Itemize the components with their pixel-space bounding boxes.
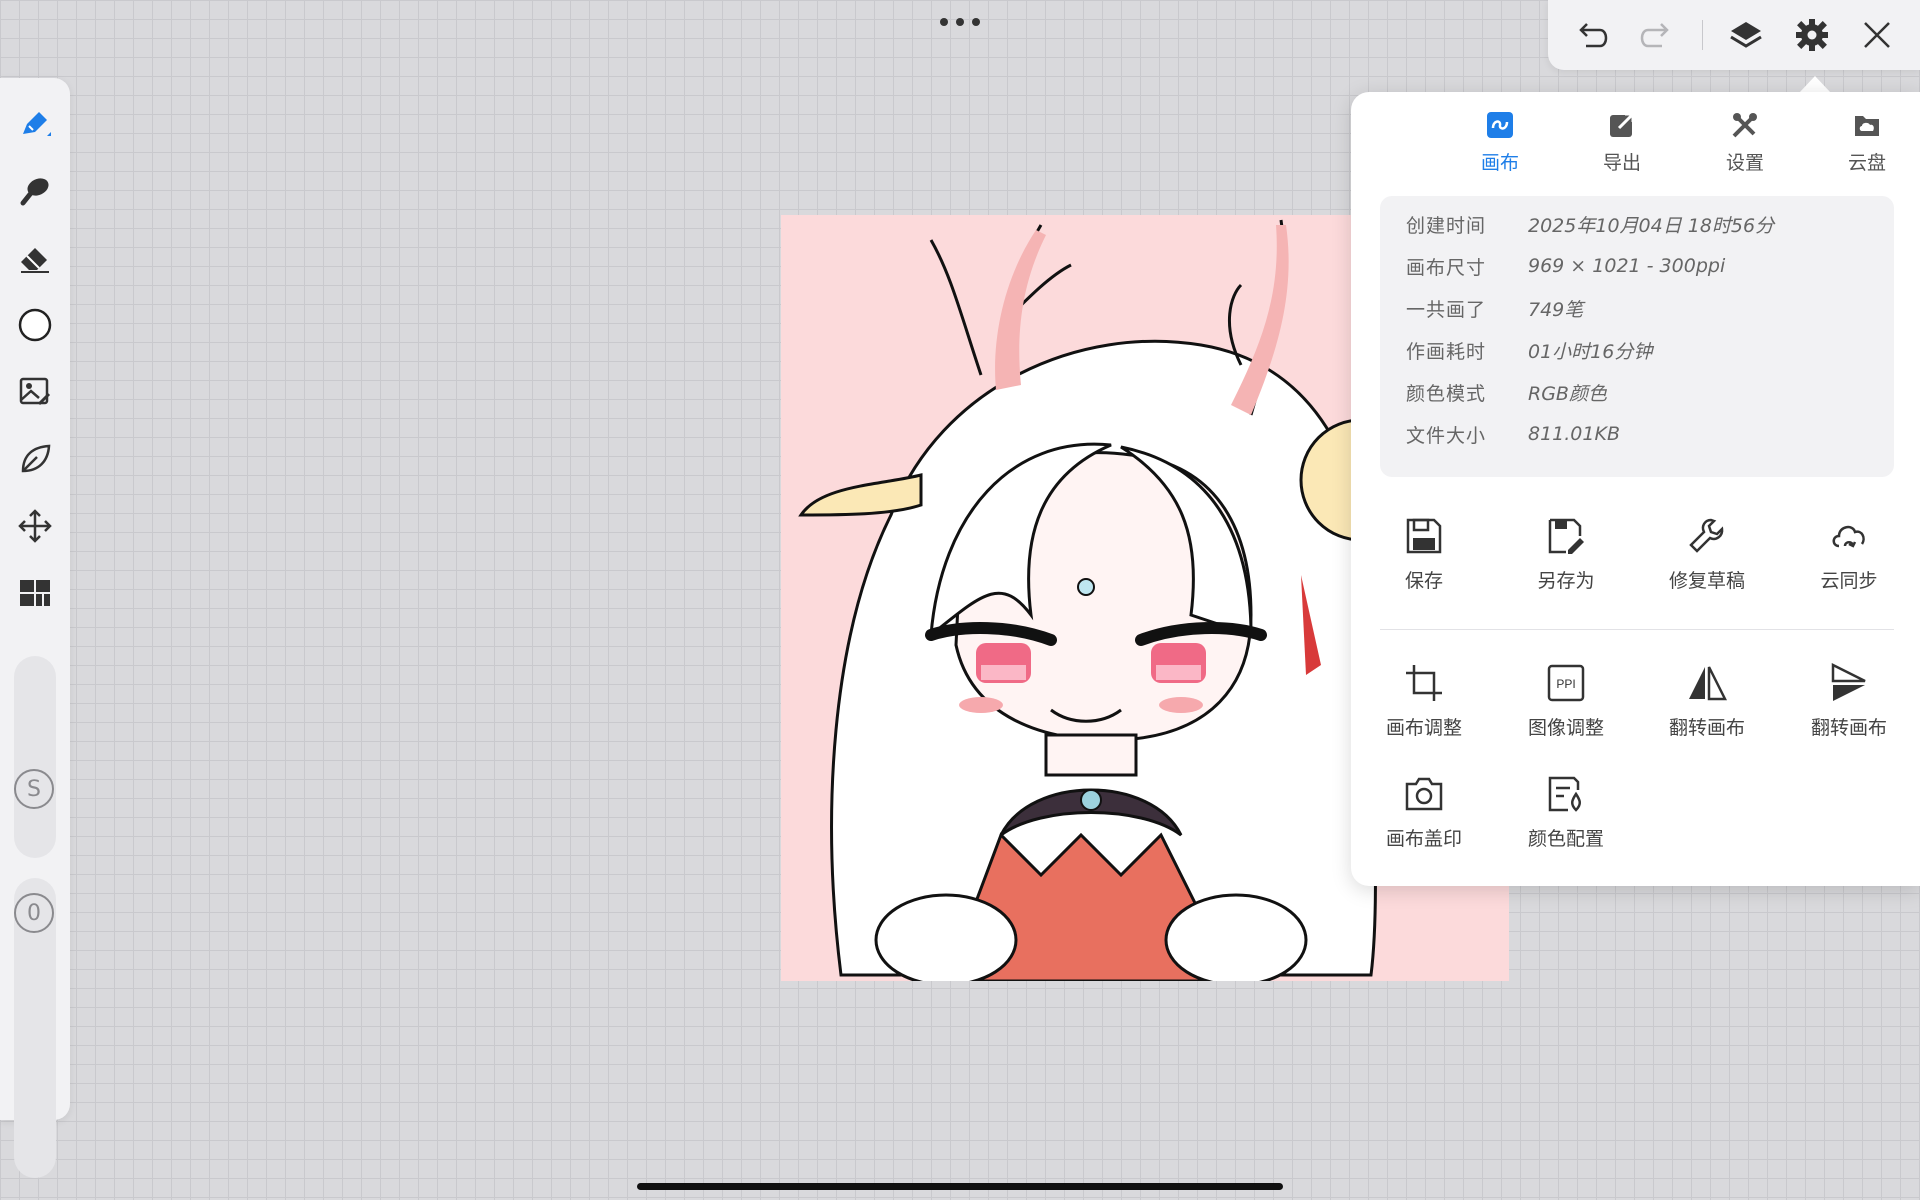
tab-settings[interactable]: 设置: [1695, 110, 1795, 175]
canvas-info-panel: 画布 导出 设置 云盘 创建时间 2025年10月04日 18时56分 画布尺寸 9…: [1351, 92, 1920, 886]
info-value: 749笔: [1528, 298, 1584, 321]
undo-icon[interactable]: [1570, 14, 1612, 56]
eraser-icon[interactable]: [13, 236, 57, 280]
canvas-adjust-label: 画布调整: [1385, 717, 1462, 739]
info-key: 画布尺寸: [1406, 256, 1487, 279]
flip-canvas-horizontal-label: 翻转画布: [1668, 717, 1745, 739]
toolbar-divider: [1702, 20, 1703, 50]
info-value: 2025年10月04日 18时56分: [1528, 214, 1775, 237]
canvas-stamp-label: 画布盖印: [1385, 828, 1462, 850]
info-row-created: 创建时间 2025年10月04日 18时56分: [1406, 209, 1774, 239]
save-button[interactable]: 保存: [1353, 516, 1495, 593]
settings-icon[interactable]: [1791, 14, 1833, 56]
canvas-adjust-button[interactable]: 画布调整: [1353, 663, 1495, 740]
info-value: 811.01KB: [1528, 423, 1620, 445]
panel-tabs: 画布 导出 设置 云盘: [1351, 110, 1920, 190]
brush-icon[interactable]: [13, 102, 57, 146]
info-value: 969 × 1021 - 300ppi: [1528, 255, 1726, 277]
tab-cloud-drive[interactable]: 云盘: [1817, 110, 1917, 175]
info-row-size: 画布尺寸 969 × 1021 - 300ppi: [1406, 251, 1725, 281]
top-right-toolbar: [1548, 0, 1920, 70]
size-label: S: [14, 769, 54, 809]
info-key: 创建时间: [1406, 214, 1487, 237]
cloud-sync-label: 云同步: [1820, 570, 1878, 592]
flip-vertical-icon: [1831, 663, 1866, 701]
color-profile-label: 颜色配置: [1527, 828, 1604, 850]
canvas-info-box: 创建时间 2025年10月04日 18时56分 画布尺寸 969 × 1021 - …: [1380, 196, 1894, 477]
tab-settings-label: 设置: [1725, 152, 1764, 174]
tab-canvas-label: 画布: [1480, 152, 1519, 174]
tools-icon: [1732, 113, 1757, 138]
info-key: 一共画了: [1406, 298, 1487, 321]
crop-icon: [1406, 665, 1442, 701]
info-row-color-mode: 颜色模式 RGB颜色: [1406, 377, 1607, 407]
color-circle-icon[interactable]: [13, 303, 57, 347]
export-icon: [1610, 112, 1635, 137]
tab-export[interactable]: 导出: [1572, 110, 1672, 175]
info-value: 01小时16分钟: [1528, 340, 1653, 363]
move-icon[interactable]: [13, 504, 57, 548]
smudge-icon[interactable]: [13, 169, 57, 213]
camera-icon: [1405, 777, 1443, 811]
image-adjust-label: 图像调整: [1527, 717, 1604, 739]
flip-canvas-vertical-label: 翻转画布: [1810, 717, 1887, 739]
tab-export-label: 导出: [1602, 152, 1641, 174]
color-profile-button[interactable]: 颜色配置: [1495, 774, 1637, 851]
left-toolbar: S 0: [0, 78, 70, 1178]
info-key: 作画耗时: [1406, 340, 1487, 363]
save-as-icon: [1548, 518, 1584, 554]
ppi-icon: PPI: [1547, 664, 1585, 702]
info-row-file-size: 文件大小 811.01KB: [1406, 419, 1620, 449]
info-key: 颜色模式: [1406, 382, 1487, 405]
panel-caret: [1799, 76, 1831, 93]
flip-canvas-vertical-button[interactable]: 翻转画布: [1778, 663, 1920, 740]
info-key: 文件大小: [1406, 424, 1487, 447]
wrench-icon: [1689, 518, 1724, 553]
canvas-icon: [1487, 112, 1513, 138]
save-icon: [1406, 518, 1442, 554]
opacity-label: 0: [14, 893, 54, 933]
save-label: 保存: [1404, 570, 1443, 592]
repair-draft-button[interactable]: 修复草稿: [1636, 516, 1778, 593]
tab-cloud-drive-label: 云盘: [1847, 152, 1886, 174]
more-options-icon[interactable]: [940, 16, 980, 28]
color-profile-icon: [1548, 776, 1581, 812]
save-as-button[interactable]: 另存为: [1495, 516, 1637, 593]
image-icon[interactable]: [13, 370, 57, 414]
save-as-label: 另存为: [1537, 570, 1595, 592]
actions-divider: [1380, 629, 1894, 630]
leaf-icon[interactable]: [13, 437, 57, 481]
flip-horizontal-icon: [1689, 666, 1727, 701]
ppi-badge-text: PPI: [1556, 677, 1575, 691]
cloud-sync-icon: [1832, 525, 1865, 548]
canvas-stamp-button[interactable]: 画布盖印: [1353, 774, 1495, 851]
info-row-duration: 作画耗时 01小时16分钟: [1406, 335, 1652, 365]
cloud-drive-icon: [1855, 116, 1879, 136]
info-row-strokes: 一共画了 749笔: [1406, 293, 1583, 323]
home-indicator[interactable]: [637, 1183, 1283, 1190]
info-value: RGB颜色: [1528, 382, 1607, 405]
cloud-sync-button[interactable]: 云同步: [1778, 516, 1920, 593]
repair-draft-label: 修复草稿: [1668, 570, 1745, 592]
close-icon[interactable]: [1856, 14, 1898, 56]
layers-icon[interactable]: [1725, 14, 1767, 56]
tab-canvas[interactable]: 画布: [1450, 110, 1550, 175]
flip-canvas-horizontal-button[interactable]: 翻转画布: [1636, 663, 1778, 740]
brush-size-slider[interactable]: [14, 656, 56, 858]
image-adjust-button[interactable]: PPI 图像调整: [1495, 663, 1637, 740]
grid-icon[interactable]: [13, 571, 57, 615]
redo-icon[interactable]: [1636, 14, 1678, 56]
